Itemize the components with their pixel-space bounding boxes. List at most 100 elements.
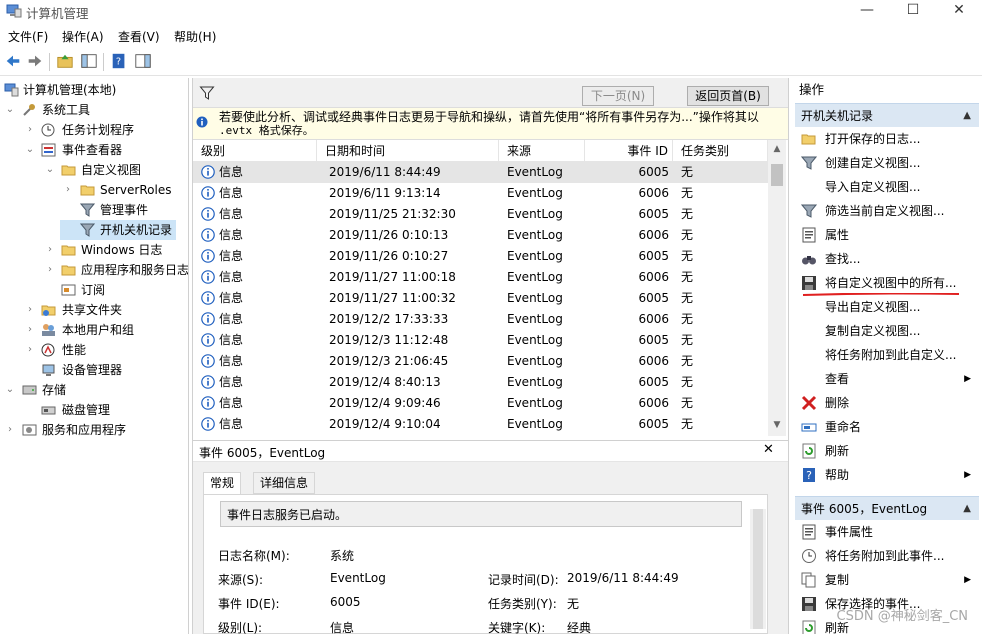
chevron-right-icon[interactable]: › (24, 120, 36, 140)
action-item[interactable]: 导出自定义视图... (795, 295, 979, 319)
chevron-right-icon[interactable]: › (62, 180, 74, 200)
tree-item-task-scheduler[interactable]: › 任务计划程序 (0, 120, 188, 140)
chevron-right-icon[interactable]: › (24, 300, 36, 320)
column-header-task-category[interactable]: 任务类别 (673, 140, 768, 162)
back-arrow-icon[interactable] (3, 51, 23, 71)
forward-arrow-icon[interactable] (25, 51, 45, 71)
info-icon (201, 396, 215, 410)
show-hide-tree-icon[interactable] (79, 51, 99, 71)
table-row[interactable]: 信息 2019/12/4 9:09:46 EventLog 6006 无 (193, 393, 768, 414)
chevron-right-icon[interactable]: › (24, 320, 36, 340)
tree-item-system-tools[interactable]: ⌄ 系统工具 (0, 100, 188, 120)
table-row[interactable]: 信息 2019/12/3 11:12:48 EventLog 6005 无 (193, 330, 768, 351)
detail-close-icon[interactable]: ✕ (763, 442, 774, 457)
action-item[interactable]: 打开保存的日志... (795, 127, 979, 151)
chevron-down-icon[interactable]: ⌄ (4, 100, 16, 120)
chevron-right-icon[interactable]: › (44, 260, 56, 280)
tree-item-local-users[interactable]: › 本地用户和组 (0, 320, 188, 340)
column-header-source[interactable]: 来源 (499, 140, 585, 162)
table-row[interactable]: 信息 2019/11/27 11:00:18 EventLog 6006 无 (193, 267, 768, 288)
back-to-top-button[interactable]: 返回页首(B) (687, 86, 769, 106)
filter-icon (80, 223, 95, 237)
next-page-button[interactable]: 下一页(N) (582, 86, 654, 106)
menu-file[interactable]: 文件(F) (8, 28, 48, 45)
tree-item-performance[interactable]: › 性能 (0, 340, 188, 360)
action-item[interactable]: 重命名 (795, 415, 979, 439)
help-book-icon[interactable]: ? (109, 51, 129, 71)
action-item[interactable]: 导入自定义视图... (795, 175, 979, 199)
table-row[interactable]: 信息 2019/6/11 9:13:14 EventLog 6006 无 (193, 183, 768, 204)
table-row[interactable]: 信息 2019/12/4 8:40:13 EventLog 6005 无 (193, 372, 768, 393)
actions-section-event[interactable]: 事件 6005，EventLog ▲ (795, 496, 979, 520)
action-item[interactable]: 创建自定义视图... (795, 151, 979, 175)
tree-item-custom-views[interactable]: ⌄ 自定义视图 (0, 160, 188, 180)
table-row[interactable]: 信息 2019/11/27 11:00:32 EventLog 6005 无 (193, 288, 768, 309)
table-row[interactable]: 信息 2019/12/2 17:33:33 EventLog 6006 无 (193, 309, 768, 330)
tree-item-shared-folders[interactable]: › 共享文件夹 (0, 300, 188, 320)
table-row[interactable]: 信息 2019/12/4 9:10:04 EventLog 6005 无 (193, 414, 768, 435)
table-row[interactable]: 信息 2019/11/25 21:32:30 EventLog 6005 无 (193, 204, 768, 225)
show-action-pane-icon[interactable] (133, 51, 153, 71)
tree-item-subscriptions[interactable]: 订阅 (0, 280, 188, 300)
chevron-down-icon[interactable]: ⌄ (24, 140, 36, 160)
action-item[interactable]: 查看 ▶ (795, 367, 979, 391)
table-row[interactable]: 信息 2019/12/3 21:06:45 EventLog 6006 无 (193, 351, 768, 372)
action-item[interactable]: 复制 ▶ (795, 568, 979, 592)
chevron-down-icon[interactable]: ⌄ (44, 160, 56, 180)
action-item[interactable]: 属性 (795, 223, 979, 247)
menu-view[interactable]: 查看(V) (118, 28, 160, 45)
scroll-thumb[interactable] (771, 164, 783, 186)
tab-general[interactable]: 常规 (203, 472, 242, 495)
action-item[interactable]: 复制自定义视图... (795, 319, 979, 343)
collapse-up-icon[interactable]: ▲ (963, 497, 971, 521)
maximize-button[interactable]: ☐ (890, 0, 936, 22)
tab-details[interactable]: 详细信息 (253, 472, 316, 494)
menu-action[interactable]: 操作(A) (62, 28, 104, 45)
action-item[interactable]: 事件属性 (795, 520, 979, 544)
scroll-up-icon[interactable]: ▲ (768, 140, 786, 158)
tree-item-event-viewer[interactable]: ⌄ 事件查看器 (0, 140, 188, 160)
action-item[interactable]: ? 帮助 ▶ (795, 463, 979, 487)
event-message[interactable]: 事件日志服务已启动。 (220, 501, 742, 527)
close-button[interactable]: ✕ (936, 0, 982, 22)
action-item[interactable]: 筛选当前自定义视图... (795, 199, 979, 223)
tree-item-serverroles[interactable]: › ServerRoles (0, 180, 188, 200)
action-item[interactable]: 查找... (795, 247, 979, 271)
scroll-down-icon[interactable]: ▼ (768, 416, 786, 434)
scroll-thumb[interactable] (753, 509, 763, 629)
tree-item-label: 存储 (42, 383, 67, 397)
action-item[interactable]: 将任务附加到此自定义... (795, 343, 979, 367)
column-header-event-id[interactable]: 事件 ID (585, 140, 673, 162)
table-row[interactable]: 信息 2019/6/11 8:44:49 EventLog 6005 无 (193, 162, 768, 183)
up-folder-icon[interactable] (55, 51, 75, 71)
tree-item-boot-shutdown-log[interactable]: 开机关机记录 (60, 220, 176, 240)
table-row[interactable]: 信息 2019/11/26 0:10:27 EventLog 6005 无 (193, 246, 768, 267)
detail-scrollbar[interactable] (750, 509, 766, 629)
action-item[interactable]: 将任务附加到此事件... (795, 544, 979, 568)
collapse-up-icon[interactable]: ▲ (963, 104, 971, 128)
actions-section-custom-view[interactable]: 开机关机记录 ▲ (795, 103, 979, 127)
tree-item-label: 应用程序和服务日志 (81, 263, 189, 277)
chevron-down-icon[interactable]: ⌄ (4, 380, 16, 400)
tree-item-services-apps[interactable]: › 服务和应用程序 (0, 420, 188, 440)
minimize-button[interactable]: — (844, 0, 890, 22)
tree-item-administrative-events[interactable]: 管理事件 (0, 200, 188, 220)
action-item[interactable]: 删除 (795, 391, 979, 415)
tree-item-storage[interactable]: ⌄ 存储 (0, 380, 188, 400)
chevron-right-icon[interactable]: › (24, 340, 36, 360)
menu-help[interactable]: 帮助(H) (174, 28, 216, 45)
action-item[interactable]: 将自定义视图中的所有... (795, 271, 979, 295)
tree-item-device-manager[interactable]: 设备管理器 (0, 360, 188, 380)
grid-scrollbar[interactable]: ▲ ▼ (768, 140, 786, 436)
action-item[interactable]: 刷新 (795, 439, 979, 463)
chevron-right-icon[interactable]: › (44, 240, 56, 260)
column-header-level[interactable]: 级别 (193, 140, 317, 162)
tree-item-disk-management[interactable]: 磁盘管理 (0, 400, 188, 420)
logged-value: 2019/6/11 8:44:49 (567, 571, 679, 585)
tree-item-app-service-logs[interactable]: › 应用程序和服务日志 (0, 260, 189, 280)
tree-item-computer-management[interactable]: 计算机管理(本地) (0, 80, 188, 100)
chevron-right-icon[interactable]: › (4, 420, 16, 440)
tree-item-windows-logs[interactable]: › Windows 日志 (0, 240, 188, 260)
column-header-datetime[interactable]: 日期和时间 (317, 140, 499, 162)
table-row[interactable]: 信息 2019/11/26 0:10:13 EventLog 6006 无 (193, 225, 768, 246)
